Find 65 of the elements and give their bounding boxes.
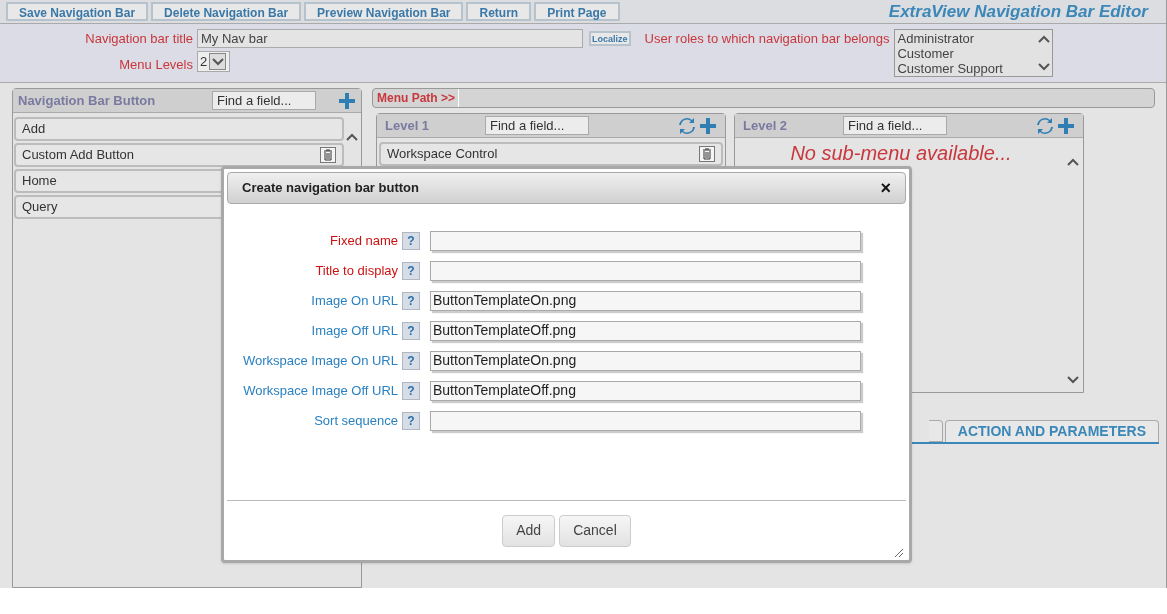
field-label: Workspace Image Off URL: [242, 381, 399, 400]
list-item[interactable]: Add: [14, 117, 344, 141]
panel-title: Level 1: [385, 116, 431, 135]
menu-path-label: Menu Path >>: [377, 89, 460, 107]
empty-message: No sub-menu available...: [789, 141, 1013, 166]
search-field[interactable]: Find a field...: [485, 116, 589, 135]
title-field[interactable]: My Nav bar: [197, 29, 583, 48]
field-label: Fixed name: [329, 231, 399, 250]
help-icon[interactable]: ?: [402, 321, 420, 340]
search-field[interactable]: Find a field...: [212, 91, 316, 110]
role-option[interactable]: Customer Support: [897, 61, 1037, 76]
scroll-up-icon[interactable]: [1067, 158, 1079, 166]
scroll-up-icon[interactable]: [346, 133, 358, 141]
text-field[interactable]: ButtonTemplateOn.png: [430, 290, 861, 311]
text-field[interactable]: ButtonTemplateOff.png: [430, 380, 861, 401]
role-option[interactable]: Administrator: [897, 31, 1037, 46]
toolbar-button[interactable]: Delete Navigation Bar: [151, 2, 302, 21]
panel-title: Navigation Bar Button: [18, 91, 157, 110]
text-field[interactable]: [430, 410, 861, 431]
plus-icon[interactable]: [1057, 116, 1075, 135]
dialog-button[interactable]: Add: [502, 514, 556, 547]
text-field[interactable]: ButtonTemplateOn.png: [430, 350, 861, 371]
field-label: Image On URL: [310, 291, 399, 310]
roles-listbox[interactable]: Administrator Customer Customer Support: [894, 29, 1054, 77]
field-label: Navigation bar title: [85, 30, 193, 48]
dialog-button[interactable]: Cancel: [559, 514, 631, 547]
scroll-up-icon[interactable]: [1038, 35, 1051, 43]
refresh-icon[interactable]: [679, 116, 695, 135]
plus-icon[interactable]: [699, 116, 717, 135]
search-field[interactable]: Find a field...: [843, 116, 947, 135]
field-label: Title to display: [314, 261, 399, 280]
plus-icon[interactable]: [338, 91, 356, 110]
help-icon[interactable]: ?: [402, 231, 420, 250]
help-icon[interactable]: ?: [402, 351, 420, 370]
text-field[interactable]: [430, 230, 861, 251]
field-label: Sort sequence: [313, 411, 399, 430]
text-field[interactable]: [430, 260, 861, 281]
text-field[interactable]: ButtonTemplateOff.png: [430, 320, 861, 341]
role-option[interactable]: Customer: [897, 46, 1037, 61]
help-icon[interactable]: ?: [402, 411, 420, 430]
help-icon[interactable]: ?: [402, 291, 420, 310]
panel-title: Level 2: [743, 116, 789, 135]
field-label: Image Off URL: [310, 321, 399, 340]
help-icon[interactable]: ?: [402, 381, 420, 400]
field-label: Menu Levels: [119, 55, 193, 74]
scroll-down-icon[interactable]: [1067, 376, 1079, 384]
field-label: User roles to which navigation bar belongs: [644, 30, 890, 48]
levels-select[interactable]: 2: [197, 51, 230, 72]
list-item[interactable]: Custom Add Button: [14, 143, 344, 167]
trash-icon[interactable]: [699, 146, 715, 162]
toolbar-button[interactable]: Print Page: [534, 2, 620, 21]
field-label: Workspace Image On URL: [241, 351, 399, 370]
trash-icon[interactable]: [320, 147, 336, 163]
caret-icon[interactable]: [211, 57, 224, 66]
toolbar-button[interactable]: Save Navigation Bar: [6, 2, 149, 21]
list-item[interactable]: Workspace Control: [379, 142, 723, 166]
page-title: ExtraView Navigation Bar Editor: [888, 0, 1148, 23]
resize-handle-icon[interactable]: [894, 548, 904, 558]
help-icon[interactable]: ?: [402, 261, 420, 280]
close-button[interactable]: ×: [880, 179, 891, 197]
toolbar-button[interactable]: Return: [466, 2, 532, 21]
localize-button[interactable]: Localize: [589, 31, 631, 46]
scroll-down-icon[interactable]: [1038, 63, 1051, 71]
toolbar-button[interactable]: Preview Navigation Bar: [304, 2, 464, 21]
refresh-icon[interactable]: [1037, 116, 1053, 135]
